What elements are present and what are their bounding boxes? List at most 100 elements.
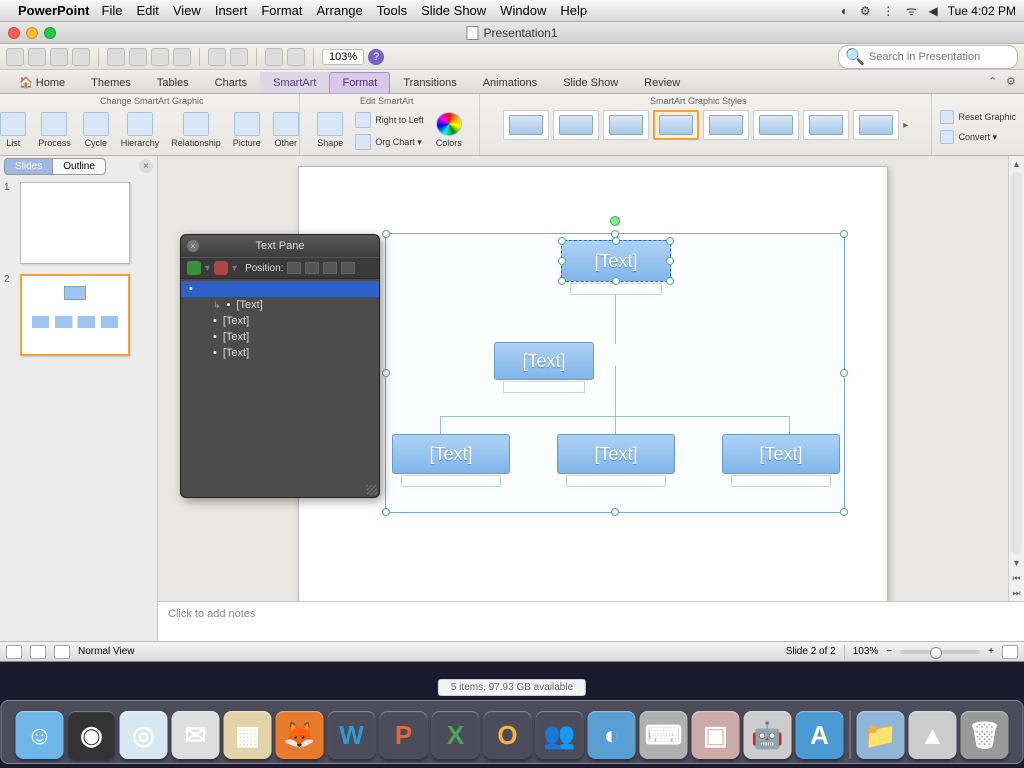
help-button[interactable]: ? [368, 49, 384, 65]
handle-e[interactable] [840, 369, 848, 377]
normal-view-button[interactable] [6, 645, 22, 659]
zoom-slider[interactable] [900, 650, 980, 654]
style-8[interactable] [853, 110, 899, 140]
save-button[interactable] [50, 48, 68, 66]
sync-icon[interactable]: ◐ [841, 4, 848, 18]
battery-icon[interactable]: ᯤ [906, 4, 917, 18]
handle-w[interactable] [382, 369, 390, 377]
copy-button[interactable] [129, 48, 147, 66]
style-3[interactable] [603, 110, 649, 140]
tab-outline[interactable]: Outline [53, 158, 106, 175]
volume-icon[interactable]: ◀ [929, 4, 938, 18]
dock-appstore[interactable]: A [796, 711, 844, 759]
org-node-assistant[interactable]: [Text] [494, 342, 594, 380]
smartart-cycle[interactable]: Cycle [81, 110, 111, 150]
zoom-in[interactable]: + [988, 646, 994, 657]
bluetooth-icon[interactable]: ⚙ [860, 4, 871, 18]
zoom-field[interactable]: 103% [322, 49, 364, 65]
prev-slide[interactable]: ⏮ [1009, 570, 1024, 586]
app-menu[interactable]: PowerPoint [18, 3, 90, 18]
dock-word[interactable]: W [328, 711, 376, 759]
text-pane[interactable]: × Text Pane ▾ ▾ Position: • ↳•[Text] •[T… [180, 234, 380, 498]
menu-tools[interactable]: Tools [377, 3, 407, 18]
scroll-down[interactable]: ▼ [1009, 555, 1024, 571]
media-button[interactable] [287, 48, 305, 66]
org-node-root[interactable]: [Text] [561, 240, 671, 282]
dock-powerpoint[interactable]: P [380, 711, 428, 759]
dock-folder[interactable]: 📁 [857, 711, 905, 759]
paste-button[interactable] [151, 48, 169, 66]
text-pane-row-2[interactable]: •[Text] [181, 313, 379, 329]
sorter-view-button[interactable] [30, 645, 46, 659]
tab-themes[interactable]: Themes [78, 72, 144, 93]
text-pane-row-4[interactable]: •[Text] [181, 345, 379, 361]
slide-canvas[interactable]: [Text] [Text] [298, 166, 888, 601]
menu-file[interactable]: File [102, 3, 123, 18]
wifi-icon[interactable]: ⋮ [882, 4, 894, 18]
org-node-child-2[interactable]: [Text] [557, 434, 675, 474]
menu-slideshow[interactable]: Slide Show [421, 3, 486, 18]
handle-se[interactable] [840, 508, 848, 516]
dock-dashboard[interactable]: ◉ [68, 711, 116, 759]
dock-outlook[interactable]: O [484, 711, 532, 759]
text-pane-row-0[interactable]: • [181, 281, 379, 297]
notes-pane[interactable]: Click to add notes [158, 601, 1024, 641]
text-pane-resize-handle[interactable] [367, 485, 377, 495]
format-painter-button[interactable] [173, 48, 191, 66]
slide-2-preview[interactable] [20, 274, 130, 356]
text-pane-input-0[interactable] [199, 283, 371, 295]
slide-1-preview[interactable] [20, 182, 130, 264]
smartart-picture[interactable]: Picture [231, 110, 263, 150]
collapse-ribbon-button[interactable]: ⌃ [988, 75, 1002, 89]
org-node-child-1[interactable]: [Text] [392, 434, 510, 474]
remove-bullet-button[interactable] [214, 261, 228, 275]
edit-colors[interactable]: Colors [434, 110, 464, 152]
zoom-value[interactable]: 103% [853, 646, 879, 657]
smartart-process[interactable]: Process [36, 110, 73, 150]
presentation-search[interactable]: 🔍 [838, 45, 1018, 69]
tab-charts[interactable]: Charts [202, 72, 260, 93]
handle-sw[interactable] [382, 508, 390, 516]
redo-button[interactable] [230, 48, 248, 66]
convert[interactable]: Convert ▾ [938, 128, 1018, 146]
dock-preview[interactable]: ▦ [224, 711, 272, 759]
handle-s[interactable] [611, 508, 619, 516]
reset-graphic[interactable]: Reset Graphic [938, 108, 1018, 126]
style-4-selected[interactable] [653, 110, 699, 140]
scroll-track[interactable] [1011, 172, 1022, 555]
style-2[interactable] [553, 110, 599, 140]
text-pane-row-3[interactable]: •[Text] [181, 329, 379, 345]
handle-nw[interactable] [382, 230, 390, 238]
vertical-scrollbar[interactable]: ▲ ▼ ⏮ ⏭ [1008, 156, 1024, 601]
smartart-other[interactable]: Other [271, 110, 301, 150]
dock-safari[interactable]: ◎ [120, 711, 168, 759]
menu-view[interactable]: View [173, 3, 201, 18]
thumbnail-tabs[interactable]: Slides Outline [4, 158, 106, 175]
dock-communicator[interactable]: ◐ [588, 711, 636, 759]
menubar-clock[interactable]: Tue 4:02 PM [948, 4, 1016, 18]
styles-more[interactable]: ▸ [903, 120, 908, 131]
dock-remote[interactable]: ⌨ [640, 711, 688, 759]
print-button[interactable] [72, 48, 90, 66]
tab-smartart[interactable]: SmartArt [260, 72, 329, 93]
open-button[interactable] [28, 48, 46, 66]
text-pane-titlebar[interactable]: × Text Pane [181, 235, 379, 257]
dock-mail[interactable]: ✉ [172, 711, 220, 759]
new-button[interactable] [6, 48, 24, 66]
zoom-out[interactable]: − [886, 646, 892, 657]
close-window-button[interactable] [8, 27, 20, 39]
zoom-window-button[interactable] [44, 27, 56, 39]
menu-arrange[interactable]: Arrange [317, 3, 363, 18]
slideshow-view-button[interactable] [54, 645, 70, 659]
menu-help[interactable]: Help [560, 3, 587, 18]
menu-insert[interactable]: Insert [215, 3, 248, 18]
text-pane-close[interactable]: × [187, 240, 199, 252]
promote-button[interactable] [287, 262, 301, 274]
handle-ne[interactable] [840, 230, 848, 238]
move-up-button[interactable] [323, 262, 337, 274]
tab-format[interactable]: Format [329, 72, 390, 93]
right-to-left[interactable]: Right to Left [353, 110, 426, 130]
dock-automator[interactable]: 🤖 [744, 711, 792, 759]
close-thumbnails[interactable]: × [139, 159, 153, 173]
undo-button[interactable] [208, 48, 226, 66]
